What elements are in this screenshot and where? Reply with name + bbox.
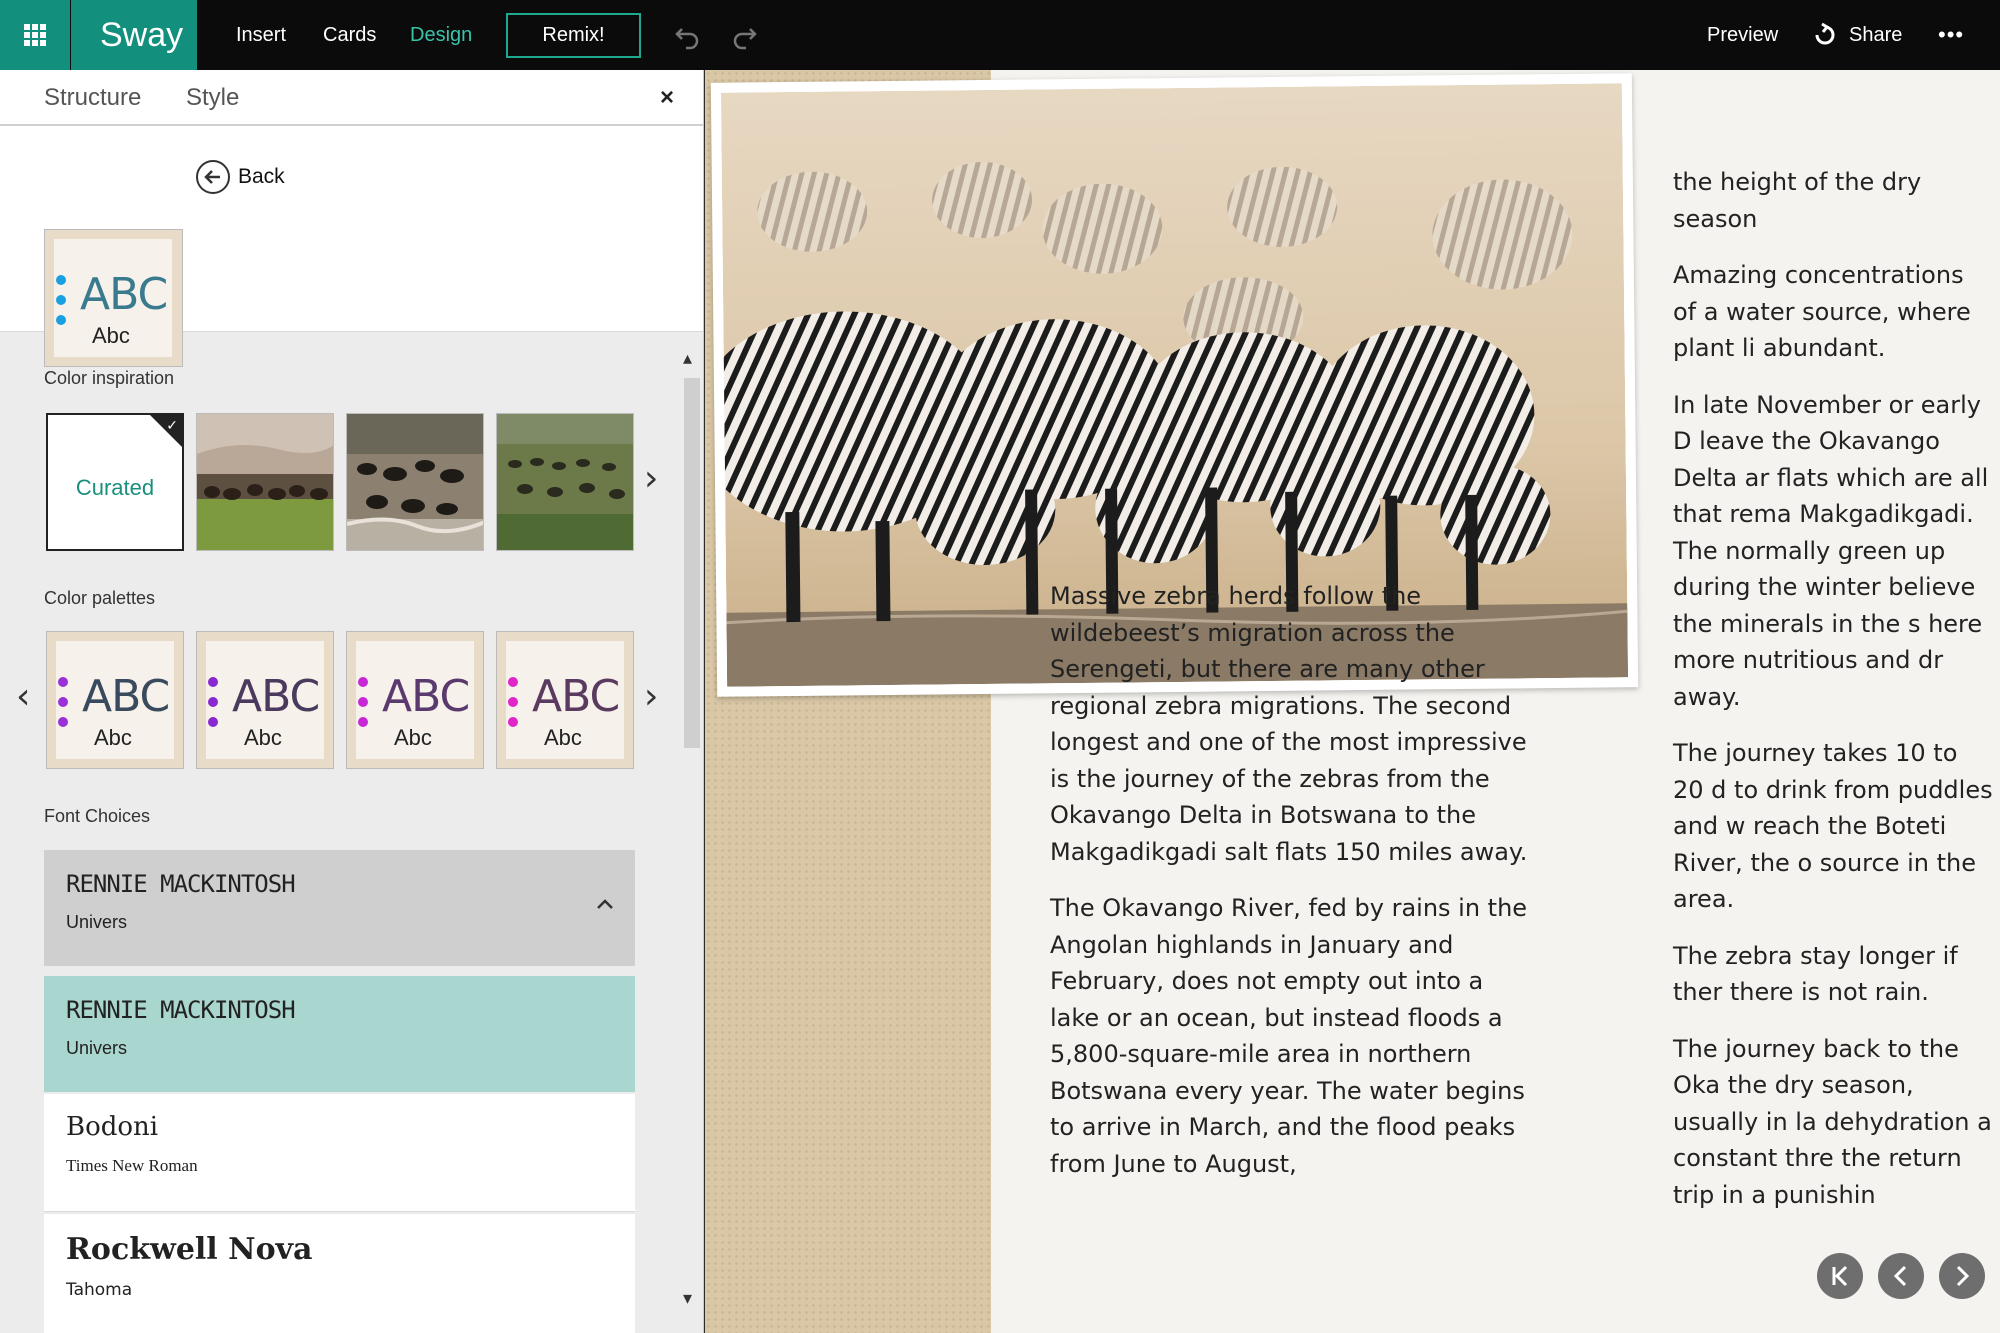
app-launcher-button[interactable] xyxy=(0,0,70,70)
share-button[interactable]: Share xyxy=(1849,0,1902,70)
go-to-start-button[interactable] xyxy=(1817,1253,1863,1299)
chevron-up-icon[interactable] xyxy=(596,898,614,910)
previous-button[interactable] xyxy=(1878,1253,1924,1299)
accent-dots xyxy=(58,677,68,727)
palettes-next-chevron-icon[interactable]: › xyxy=(644,676,658,717)
palettes-prev-chevron-icon[interactable]: ‹ xyxy=(16,676,30,717)
more-options-button[interactable]: ••• xyxy=(1938,0,1964,70)
paragraph: The zebra stay longer if ther there is n… xyxy=(1673,941,1958,1007)
paragraph: The journey back to the Oka the dry seas… xyxy=(1673,1034,1992,1209)
color-palettes-label: Color palettes xyxy=(44,588,156,608)
accent-dots xyxy=(56,275,66,325)
style-sample-heading: ABC xyxy=(80,269,168,320)
inspiration-photo-1[interactable] xyxy=(196,413,334,551)
current-style-area: ABC Abc Back xyxy=(0,126,703,367)
tab-style[interactable]: Style xyxy=(186,84,239,112)
paragraph: In late November or early D leave the Ok… xyxy=(1673,390,1989,711)
palette-swatch-3[interactable]: ABC Abc xyxy=(346,631,484,769)
inspiration-next-chevron-icon[interactable]: › xyxy=(644,458,658,499)
accent-dots xyxy=(358,677,368,727)
curated-swatch[interactable]: ✓ Curated xyxy=(46,413,184,551)
accent-dots xyxy=(508,677,518,727)
font-choice-rockwell[interactable]: Rockwell Nova Tahoma xyxy=(44,1214,635,1333)
inspiration-photo-3[interactable] xyxy=(496,413,634,551)
font-choice-selected[interactable]: RENNIE MACKINTOSH Univers xyxy=(44,976,635,1092)
waffle-icon xyxy=(24,24,46,46)
checkmark-icon: ✓ xyxy=(166,417,178,433)
preview-button[interactable]: Preview xyxy=(1707,0,1778,70)
chevron-right-icon xyxy=(1956,1265,1970,1287)
paragraph: the height of the dry season xyxy=(1673,168,1922,233)
top-bar: Sway Insert Cards Design Remix! Preview … xyxy=(0,0,2000,70)
font-choice-expanded[interactable]: RENNIE MACKINTOSH Univers xyxy=(44,850,635,966)
app-name: Sway xyxy=(71,0,197,70)
pane-header: Structure Style × xyxy=(0,70,703,126)
style-sample-body: Abc xyxy=(92,323,130,348)
paragraph: The journey takes 10 to 20 d to drink fr… xyxy=(1673,739,1993,913)
back-arrow-icon xyxy=(196,160,230,194)
redo-icon[interactable] xyxy=(729,20,759,50)
paragraph: The Okavango River, fed by rains in the … xyxy=(1050,894,1528,1178)
undo-icon[interactable] xyxy=(673,20,703,50)
inspiration-photo-2[interactable] xyxy=(346,413,484,551)
share-icon[interactable] xyxy=(1812,22,1838,48)
skip-to-start-icon xyxy=(1832,1265,1848,1287)
story-canvas: Massive zebra herds follow the wildebees… xyxy=(705,70,2000,1333)
accent-dots xyxy=(208,677,218,727)
close-pane-button[interactable]: × xyxy=(660,84,674,112)
paragraph: Massive zebra herds follow the wildebees… xyxy=(1050,582,1528,866)
pane-scrollbar-thumb[interactable] xyxy=(684,378,700,748)
font-choice-bodoni[interactable]: Bodoni Times New Roman xyxy=(44,1094,635,1212)
article-column-2: the height of the dry season Amazing con… xyxy=(1673,164,1993,1233)
article-column-1: Massive zebra herds follow the wildebees… xyxy=(1050,578,1530,1202)
chevron-left-icon xyxy=(1893,1265,1907,1287)
menu-cards[interactable]: Cards xyxy=(323,0,376,70)
palette-swatch-1[interactable]: ABC Abc xyxy=(46,631,184,769)
tab-structure[interactable]: Structure xyxy=(44,84,141,112)
scroll-up-icon[interactable]: ▴ xyxy=(683,348,692,369)
scroll-down-icon[interactable]: ▾ xyxy=(683,1288,692,1309)
color-inspiration-label: Color inspiration xyxy=(44,368,175,388)
palette-swatch-2[interactable]: ABC Abc xyxy=(196,631,334,769)
font-choices-label: Font Choices xyxy=(44,806,151,826)
menu-design[interactable]: Design xyxy=(410,0,472,70)
remix-button[interactable]: Remix! xyxy=(506,13,641,58)
next-button[interactable] xyxy=(1939,1253,1985,1299)
paragraph: Amazing concentrations of a water source… xyxy=(1673,261,1971,362)
menu-insert[interactable]: Insert xyxy=(236,0,286,70)
current-style-thumbnail[interactable]: ABC Abc xyxy=(44,229,183,367)
palette-swatch-4[interactable]: ABC Abc xyxy=(496,631,634,769)
